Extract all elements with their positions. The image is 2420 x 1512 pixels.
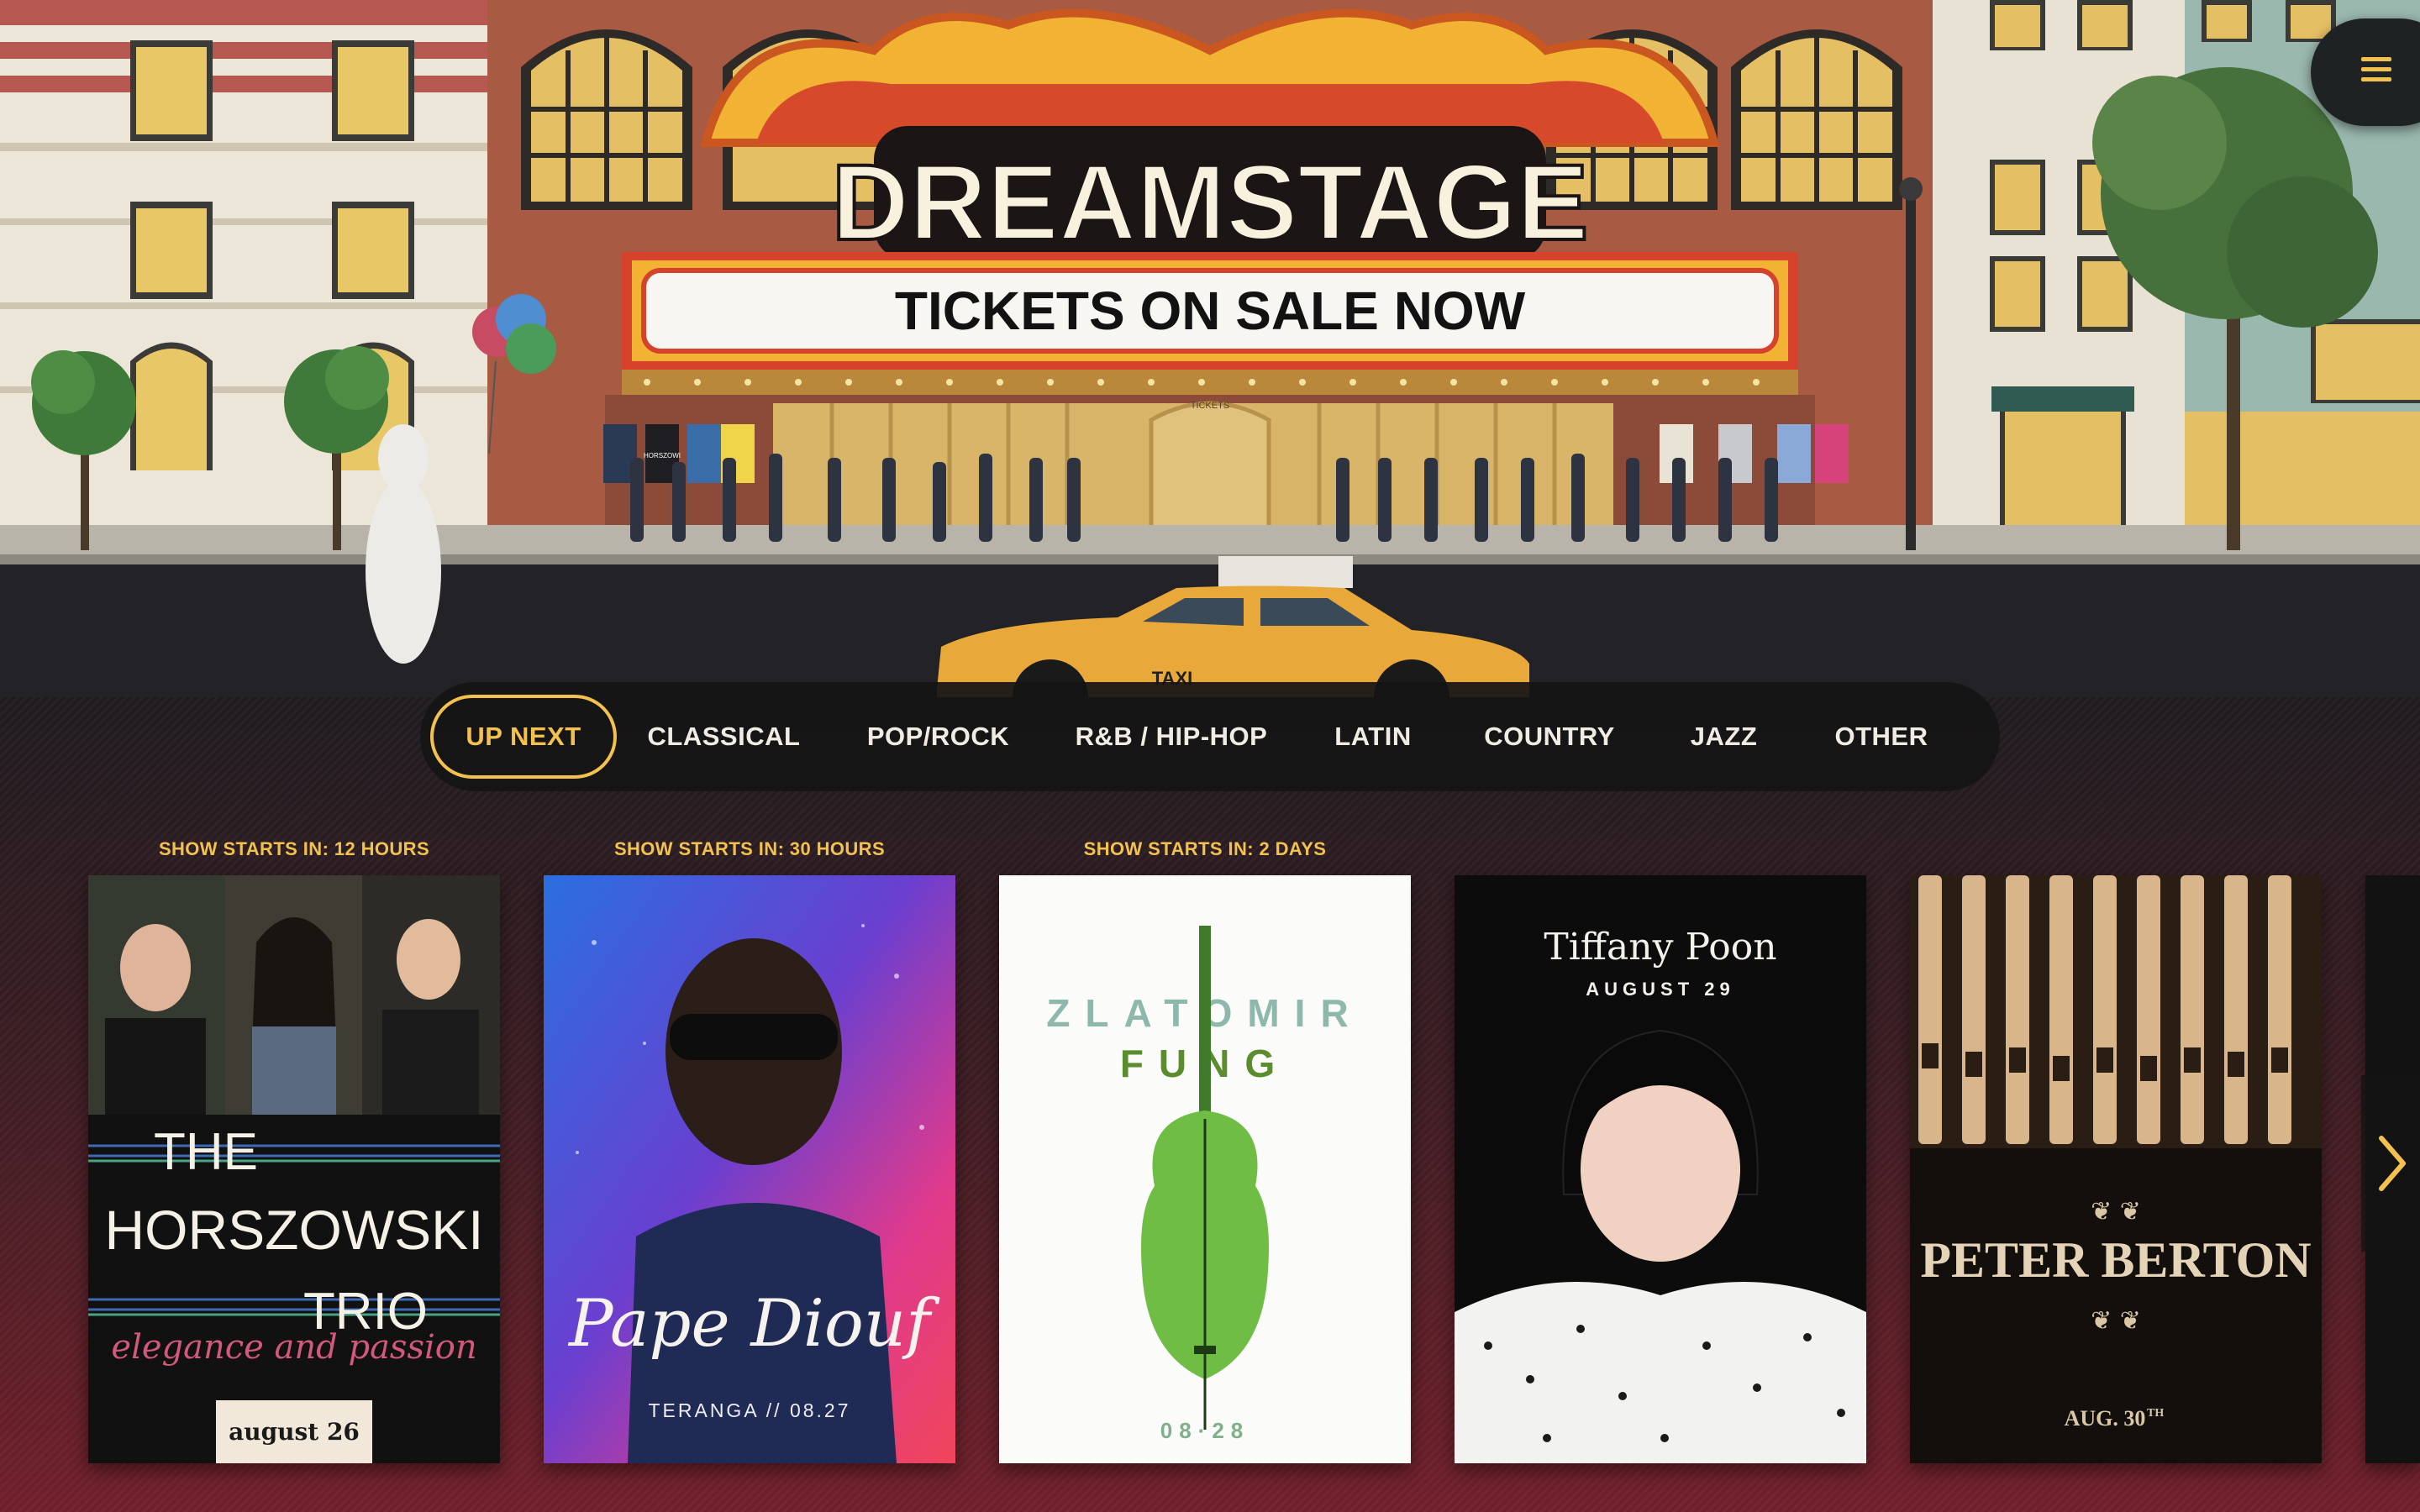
tab-rnb-hiphop[interactable]: R&B / HIP-HOP — [1045, 695, 1297, 779]
tab-classical[interactable]: CLASSICAL — [617, 695, 831, 779]
poster-text: HORSZOWI — [644, 452, 681, 459]
tab-other[interactable]: OTHER — [1797, 695, 1965, 779]
countdown-label: SHOW STARTS IN: 12 HOURS — [158, 838, 430, 859]
carousel-next-button[interactable] — [2361, 1075, 2420, 1252]
hamburger-menu-icon — [2361, 57, 2391, 82]
show-title-line: HORSZOWSKI — [104, 1199, 483, 1261]
show-date: AUG. 30 — [2065, 1406, 2146, 1431]
menu-button[interactable] — [2311, 18, 2420, 126]
show-card-pape-diouf[interactable]: Pape Diouf TERANGA // 08.27 — [544, 875, 955, 1463]
show-card-tiffany-poon[interactable]: Tiffany Poon AUGUST 29 — [1455, 875, 1866, 1463]
show-card-peter-berton[interactable]: ❦ ❦ PETER BERTON ❦ ❦ AUG. 30 TH — [1910, 875, 2322, 1463]
show-date: AUGUST 29 — [1586, 979, 1734, 1000]
tab-country[interactable]: COUNTRY — [1449, 695, 1650, 779]
theater-street-illustration: TICKETS HORSZOWI DREAMSTAGE TICKETS ON S… — [0, 0, 2420, 697]
brand-logo: DREAMSTAGE — [832, 143, 1589, 263]
show-card-horszowski-trio[interactable]: THE HORSZOWSKI TRIO elegance and passion… — [88, 875, 500, 1463]
show-title: PETER BERTON — [1920, 1232, 2311, 1288]
marquee-text: TICKETS ON SALE NOW — [895, 281, 1526, 341]
genre-tabs: UP NEXT CLASSICAL POP/ROCK R&B / HIP-HOP… — [420, 682, 2000, 791]
ornament-icon: ❦ ❦ — [2091, 1197, 2141, 1226]
show-date: TERANGA // 08.27 — [648, 1399, 850, 1421]
tab-up-next[interactable]: UP NEXT — [430, 695, 617, 779]
show-date: august 26 — [229, 1418, 360, 1446]
countdown-label: SHOW STARTS IN: 2 DAYS — [1083, 838, 1327, 859]
tab-jazz[interactable]: JAZZ — [1650, 695, 1797, 779]
show-card-zlatomir-fung[interactable]: ZLATOMIR FUNG 08·28 — [999, 875, 1411, 1463]
tab-pop-rock[interactable]: POP/ROCK — [831, 695, 1045, 779]
tickets-sign: TICKETS — [1191, 401, 1229, 411]
show-date: 08·28 — [1160, 1418, 1250, 1443]
countdown-label: SHOW STARTS IN: 30 HOURS — [613, 838, 886, 859]
show-title-line: THE — [154, 1123, 258, 1181]
chevron-right-icon — [2379, 1136, 2406, 1191]
ornament-icon: ❦ ❦ — [2091, 1306, 2141, 1336]
show-title: Tiffany Poon — [1544, 926, 1776, 969]
show-subtitle: elegance and passion — [111, 1328, 476, 1367]
tab-latin[interactable]: LATIN — [1297, 695, 1449, 779]
show-title: Pape Diouf — [567, 1286, 940, 1362]
show-date-suffix: TH — [2147, 1407, 2164, 1420]
